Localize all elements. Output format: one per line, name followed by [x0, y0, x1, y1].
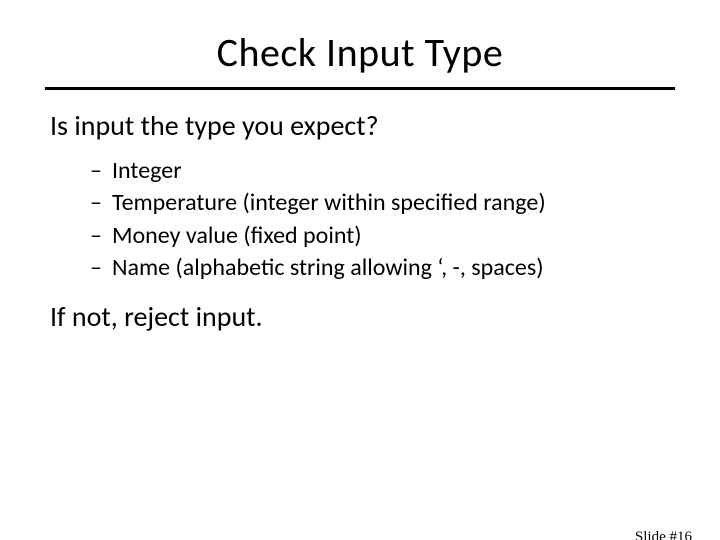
- list-item: – Name (alphabetic string allowing ‘, -,…: [90, 252, 670, 284]
- closing-statement: If not, reject input.: [50, 299, 670, 334]
- title-rule: [45, 87, 675, 90]
- slide-number: Slide #16: [635, 529, 692, 540]
- list-item-label: Integer: [112, 155, 182, 187]
- dash-icon: –: [90, 220, 112, 252]
- example-list: – Integer – Temperature (integer within …: [90, 155, 670, 285]
- list-item: – Money value (fixed point): [90, 220, 670, 252]
- dash-icon: –: [90, 187, 112, 219]
- list-item-label: Temperature (integer within specified ra…: [112, 187, 546, 219]
- dash-icon: –: [90, 252, 112, 284]
- slide-body: Is input the type you expect? – Integer …: [50, 108, 670, 334]
- slide-title: Check Input Type: [0, 28, 720, 77]
- dash-icon: –: [90, 155, 112, 187]
- lead-question: Is input the type you expect?: [50, 108, 670, 143]
- list-item: – Integer: [90, 155, 670, 187]
- list-item-label: Money value (fixed point): [112, 220, 362, 252]
- list-item: – Temperature (integer within specified …: [90, 187, 670, 219]
- list-item-label: Name (alphabetic string allowing ‘, -, s…: [112, 252, 544, 284]
